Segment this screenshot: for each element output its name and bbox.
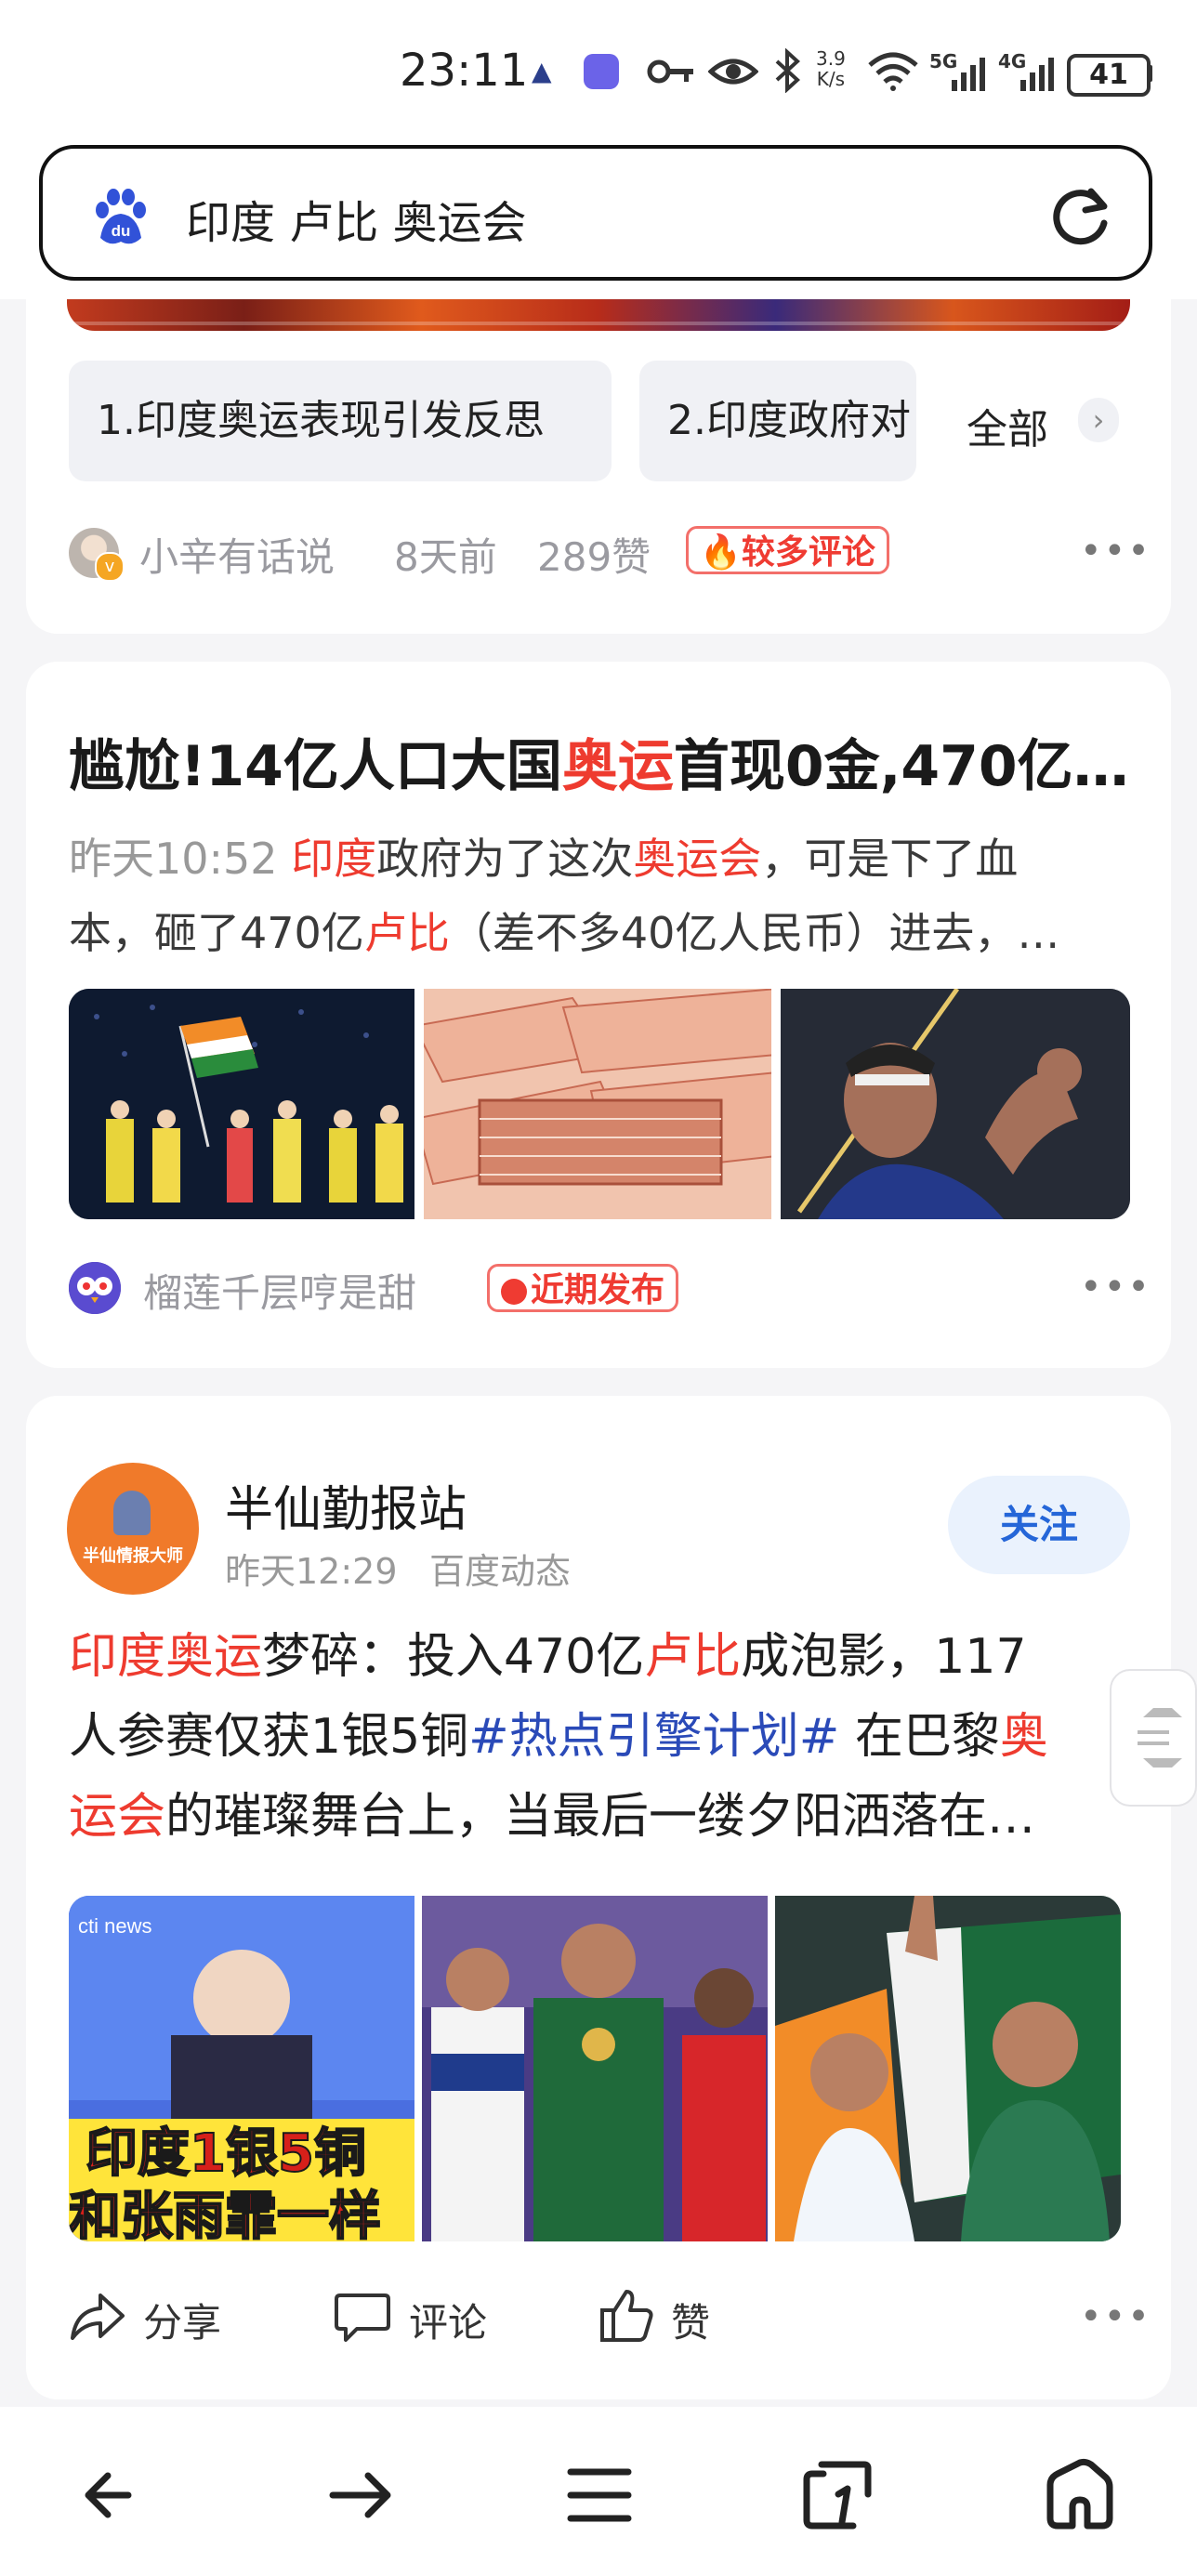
follow-button[interactable]: 关注 bbox=[948, 1476, 1130, 1574]
comment-button[interactable]: 评论 bbox=[409, 2292, 487, 2348]
all-topics-label[interactable]: 全部 bbox=[967, 396, 1048, 455]
result-snippet-2: 昨天10:52 印度政府为了这次奥运会，可是下了血 本，砸了470亿卢比（差不多… bbox=[69, 834, 1060, 958]
comment-icon[interactable] bbox=[333, 2288, 392, 2344]
hot-comments-badge: 🔥较多评论 bbox=[686, 526, 889, 574]
baidu-logo-text: du bbox=[112, 222, 131, 240]
account-avatar[interactable]: 半仙情报大师 bbox=[67, 1463, 199, 1595]
baidu-paw-icon: du bbox=[96, 189, 146, 244]
account-name[interactable]: 半仙勤报站 bbox=[225, 1470, 467, 1540]
more-icon[interactable]: ••• bbox=[1080, 2295, 1151, 2338]
post-date-3: 昨天12:29 bbox=[225, 1551, 398, 1592]
owl-avatar-icon bbox=[69, 1262, 121, 1314]
clock-icon bbox=[501, 1279, 527, 1305]
cat-app-icon: ▲ bbox=[532, 56, 552, 86]
podium-illustration bbox=[422, 1896, 768, 2241]
javelin-illustration bbox=[781, 989, 1130, 1219]
topic-chip-2[interactable]: 2.印度政府对 bbox=[639, 361, 916, 481]
thumbs-up-icon[interactable] bbox=[598, 2286, 656, 2346]
post-text-3[interactable]: 印度奥运梦碎：投入470亿卢比成泡影，117 人参赛仅获1银5铜#热点引擎计划#… bbox=[69, 1617, 1119, 1857]
svg-text:cti news: cti news bbox=[78, 1914, 151, 1938]
scroll-handle[interactable] bbox=[1110, 1669, 1197, 1807]
battery-icon: 41 bbox=[1067, 54, 1151, 97]
post-time-1: 8天前 bbox=[394, 534, 497, 580]
battery-tip bbox=[1147, 65, 1152, 82]
post-source-3: 百度动态 bbox=[429, 1551, 572, 1592]
avatar-figure-icon bbox=[113, 1491, 151, 1535]
home-icon[interactable] bbox=[1037, 2453, 1121, 2537]
thumbnail-tv-show[interactable]: cti news 印度1银5铜 和张雨霏一样 bbox=[69, 1896, 414, 2241]
network-speed: 3.9 K/s bbox=[816, 47, 846, 90]
thumbnail-parade[interactable] bbox=[69, 989, 414, 1219]
like-button[interactable]: 赞 bbox=[671, 2292, 710, 2348]
forward-arrow-icon[interactable] bbox=[320, 2453, 403, 2537]
flame-icon: 🔥 bbox=[700, 533, 742, 572]
bluetooth-icon bbox=[775, 48, 800, 93]
search-input[interactable]: 印度 卢比 奥运会 bbox=[186, 186, 527, 251]
parade-illustration bbox=[69, 989, 414, 1219]
signal-4g-icon bbox=[1020, 58, 1054, 91]
more-icon[interactable]: ••• bbox=[1080, 1266, 1151, 1308]
share-button[interactable]: 分享 bbox=[143, 2292, 221, 2348]
avatar-text: 半仙情报大师 bbox=[83, 1546, 183, 1566]
author-avatar-2[interactable] bbox=[69, 1262, 121, 1314]
like-count-1: 289赞 bbox=[537, 534, 651, 580]
all-topics-area[interactable]: 全部 › bbox=[916, 361, 1130, 481]
thumbnail-banknotes[interactable] bbox=[424, 989, 771, 1219]
result-title-2[interactable]: 尴尬!14亿人口大国奥运首现0金,470亿… bbox=[69, 721, 1138, 802]
baidu-app-icon bbox=[584, 54, 619, 89]
card1-video-strip[interactable] bbox=[67, 299, 1130, 331]
flags-illustration bbox=[775, 1896, 1121, 2241]
wifi-icon bbox=[868, 52, 918, 91]
verified-badge-icon: v bbox=[95, 552, 125, 582]
key-icon bbox=[647, 59, 693, 84]
share-icon[interactable] bbox=[67, 2288, 126, 2344]
thumbnail-podium[interactable] bbox=[422, 1896, 768, 2241]
hashtag-link[interactable]: #热点引擎计划# bbox=[468, 1709, 839, 1765]
recent-badge: 近期发布 bbox=[487, 1264, 679, 1312]
more-icon[interactable]: ••• bbox=[1080, 530, 1151, 572]
status-time: 23:11 bbox=[400, 45, 529, 97]
topic-chip-1[interactable]: 1.印度奥运表现引发反思 bbox=[69, 361, 612, 481]
post-date-2: 昨天10:52 bbox=[69, 834, 278, 884]
author-name-2[interactable]: 榴莲千层哼是甜 bbox=[143, 1262, 416, 1319]
thumbnail-flags[interactable] bbox=[775, 1896, 1121, 2241]
menu-icon[interactable] bbox=[558, 2453, 641, 2537]
search-bar[interactable]: du 印度 卢比 奥运会 bbox=[39, 145, 1152, 281]
banknotes-illustration bbox=[424, 989, 771, 1219]
chevron-right-icon[interactable]: › bbox=[1078, 398, 1119, 442]
eye-icon bbox=[708, 59, 758, 85]
tabs-icon[interactable] bbox=[796, 2453, 879, 2537]
author-name-1[interactable]: 小辛有话说 bbox=[139, 526, 335, 583]
refresh-icon[interactable] bbox=[1048, 182, 1115, 249]
status-bar: 23:11 ▲ 3.9 K/s 5G 4G 41 bbox=[0, 0, 1197, 139]
signal-5g-icon bbox=[952, 58, 985, 91]
thumbnail-javelin[interactable] bbox=[781, 989, 1130, 1219]
back-arrow-icon[interactable] bbox=[72, 2453, 156, 2537]
tv-caption-2: 和张雨霏一样 bbox=[69, 2186, 382, 2241]
